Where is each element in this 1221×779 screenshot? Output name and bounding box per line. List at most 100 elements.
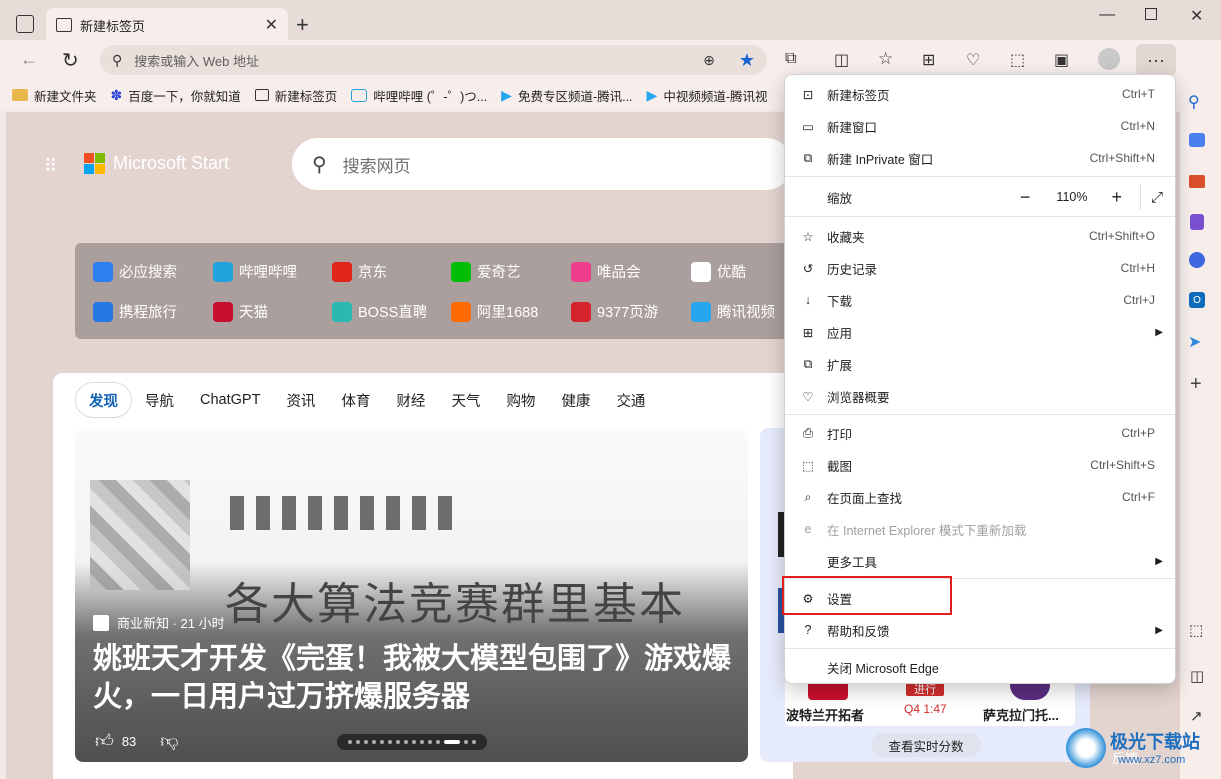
download-icon: ↓ xyxy=(804,293,812,307)
minimize-button[interactable]: — xyxy=(1099,6,1115,24)
send-icon[interactable]: ➤ xyxy=(1188,332,1201,352)
menu-item-downloads[interactable]: ↓ 下载 Ctrl+J xyxy=(785,284,1175,316)
quick-link-item[interactable]: 腾讯视频 xyxy=(691,301,775,322)
games-icon[interactable] xyxy=(1190,214,1204,230)
menu-item-print[interactable]: ⎙ 打印 Ctrl+P xyxy=(785,417,1175,449)
menu-item-new-tab[interactable]: ⊡ 新建标签页 Ctrl+T xyxy=(785,78,1175,110)
bookmark-item[interactable]: 哔哩哔哩 (゜-゜)つ... xyxy=(351,86,487,105)
favorite-star-icon[interactable]: ★ xyxy=(739,50,755,71)
extensions-icon: ⧉ xyxy=(803,356,813,371)
live-score-button[interactable]: 查看实时分数 xyxy=(871,733,981,757)
quick-links: 必应搜索 哔哩哔哩 京东 爱奇艺 唯品会 优酷 携程旅行 天猫 BOSS直聘 阿… xyxy=(75,243,815,339)
folder-icon xyxy=(12,89,28,101)
screenshot-icon[interactable]: ⬚ xyxy=(1189,621,1203,639)
microsoft-start-logo[interactable]: Microsoft Start xyxy=(84,153,229,174)
iqiyi-icon xyxy=(451,261,471,282)
tab-sports[interactable]: 体育 xyxy=(328,382,383,418)
tab-actions-icon[interactable] xyxy=(16,15,34,33)
quick-link-item[interactable]: BOSS直聘 xyxy=(332,301,427,322)
menu-item-help[interactable]: ? 帮助和反馈 ▶ xyxy=(785,614,1175,646)
tools-icon[interactable] xyxy=(1189,175,1205,188)
vip-icon xyxy=(571,261,591,282)
search-icon[interactable]: ⚲ xyxy=(1188,92,1200,112)
menu-item-apps[interactable]: ⊞ 应用 ▶ xyxy=(785,316,1175,348)
tab-finance[interactable]: 财经 xyxy=(383,382,438,418)
tab-discover[interactable]: 发现 xyxy=(75,382,132,418)
quick-link-item[interactable]: 京东 xyxy=(332,261,387,282)
tab-shopping[interactable]: 购物 xyxy=(493,382,548,418)
menu-item-inprivate[interactable]: ⧉ 新建 InPrivate 窗口 Ctrl+Shift+N xyxy=(785,142,1175,174)
quick-link-item[interactable]: 哔哩哔哩 xyxy=(213,261,297,282)
menu-item-find[interactable]: ⌕ 在页面上查找 Ctrl+F xyxy=(785,481,1175,513)
web-search-box[interactable]: ⚲ 搜索网页 xyxy=(292,138,792,190)
tab-traffic[interactable]: 交通 xyxy=(603,382,658,418)
settings-and-more-button[interactable]: ··· xyxy=(1136,44,1176,76)
menu-item-essentials[interactable]: ♡ 浏览器概要 xyxy=(785,380,1175,412)
tab-chatgpt[interactable]: ChatGPT xyxy=(187,382,273,418)
screenshot-icon[interactable]: ⬚ xyxy=(1010,50,1025,70)
quick-link-item[interactable]: 天猫 xyxy=(213,301,268,322)
address-bar[interactable]: ⚲ 搜索或输入 Web 地址 ⊕ ★ xyxy=(100,45,767,75)
profile-avatar[interactable] xyxy=(1098,48,1120,70)
bookmark-item[interactable]: ▶ 免费专区频道-腾讯... xyxy=(501,86,632,105)
menu-item-new-window[interactable]: ▭ 新建窗口 Ctrl+N xyxy=(785,110,1175,142)
zoom-in-button[interactable]: + xyxy=(1111,187,1122,208)
new-tab-button[interactable]: + xyxy=(296,12,309,38)
outlook-icon[interactable]: O xyxy=(1189,292,1205,308)
zoom-indicator-icon[interactable]: ⊕ xyxy=(703,52,715,69)
shopping-icon[interactable] xyxy=(1189,133,1205,147)
menu-item-more-tools[interactable]: 更多工具 ▶ xyxy=(785,545,1175,577)
menu-item-ie-mode[interactable]: e在 Internet Explorer 模式下重新加载 xyxy=(785,513,1175,545)
add-sidebar-icon[interactable]: + xyxy=(1190,373,1202,396)
menu-item-extensions[interactable]: ⧉ 扩展 xyxy=(785,348,1175,380)
app-launcher-icon[interactable]: ⠿ xyxy=(44,156,57,177)
quick-link-item[interactable]: 9377页游 xyxy=(571,301,658,322)
new-tab-page-icon xyxy=(254,89,269,101)
menu-item-favorites[interactable]: ☆ 收藏夹 Ctrl+Shift+O xyxy=(785,220,1175,252)
quick-link-item[interactable]: 携程旅行 xyxy=(93,301,177,322)
close-window-button[interactable]: ✕ xyxy=(1190,6,1203,26)
back-button[interactable]: ← xyxy=(20,49,38,70)
bing-icon xyxy=(93,261,113,282)
news-headline[interactable]: 姚班天才开发《完蛋！我被大模型包围了》游戏爆火，一日用户过万挤爆服务器 xyxy=(93,640,733,716)
thumbs-up-icon[interactable]: 👍︎ xyxy=(95,730,114,752)
carousel-dots[interactable] xyxy=(337,734,487,750)
split-screen-icon[interactable]: ◫ xyxy=(834,50,849,70)
quick-link-item[interactable]: 唯品会 xyxy=(571,261,641,282)
bookmark-item[interactable]: ✽ 百度一下，你就知道 xyxy=(111,86,241,105)
quick-link-item[interactable]: 爱奇艺 xyxy=(451,261,521,282)
sidebar-panel-icon[interactable]: ◫ xyxy=(1190,667,1204,685)
menu-item-screenshot[interactable]: ⬚ 截图 Ctrl+Shift+S xyxy=(785,449,1175,481)
bookmark-item[interactable]: 新建文件夹 xyxy=(12,86,97,105)
favorites-icon[interactable]: ☆ xyxy=(878,49,893,69)
heart-pulse-icon: ♡ xyxy=(802,389,814,404)
quick-link-item[interactable]: 优酷 xyxy=(691,261,746,282)
zoom-out-button[interactable]: − xyxy=(1020,187,1031,208)
news-image-text: 各大算法竞赛群里基本 xyxy=(225,580,685,629)
thumbs-down-icon[interactable]: 👎︎ xyxy=(160,730,178,752)
refresh-button[interactable]: ↻ xyxy=(62,48,79,73)
extensions-icon[interactable]: ⧉ xyxy=(785,50,796,68)
tab-weather[interactable]: 天气 xyxy=(438,382,493,418)
bookmark-item[interactable]: ▶ 中视频频道-腾讯视 xyxy=(647,86,768,105)
bookmark-item[interactable]: 新建标签页 xyxy=(254,86,337,105)
menu-item-history[interactable]: ↺ 历史记录 Ctrl+H xyxy=(785,252,1175,284)
collections-icon[interactable]: ⊞ xyxy=(922,50,935,70)
fullscreen-icon[interactable]: ⤢ xyxy=(1151,189,1163,206)
tab-navigation[interactable]: 导航 xyxy=(132,382,187,418)
browser-essentials-icon[interactable]: ♡ xyxy=(966,50,980,70)
menu-item-close-edge[interactable]: 关闭 Microsoft Edge xyxy=(785,651,1175,683)
tab-health[interactable]: 健康 xyxy=(548,382,603,418)
quick-link-item[interactable]: 阿里1688 xyxy=(451,301,538,322)
tab-new-tab[interactable]: 新建标签页 ✕ xyxy=(46,8,288,42)
maximize-button[interactable] xyxy=(1145,8,1157,20)
new-window-icon: ▭ xyxy=(802,119,814,134)
pixelated-image xyxy=(90,480,190,590)
team-name: 萨克拉门托... xyxy=(983,708,1059,723)
open-external-icon[interactable]: ↗ xyxy=(1190,707,1203,725)
sidebar-toggle-icon[interactable]: ▣ xyxy=(1054,50,1069,70)
microsoft365-icon[interactable] xyxy=(1189,252,1205,268)
quick-link-item[interactable]: 必应搜索 xyxy=(93,261,177,282)
close-tab-icon[interactable]: ✕ xyxy=(265,15,278,35)
tab-news[interactable]: 资讯 xyxy=(273,382,328,418)
